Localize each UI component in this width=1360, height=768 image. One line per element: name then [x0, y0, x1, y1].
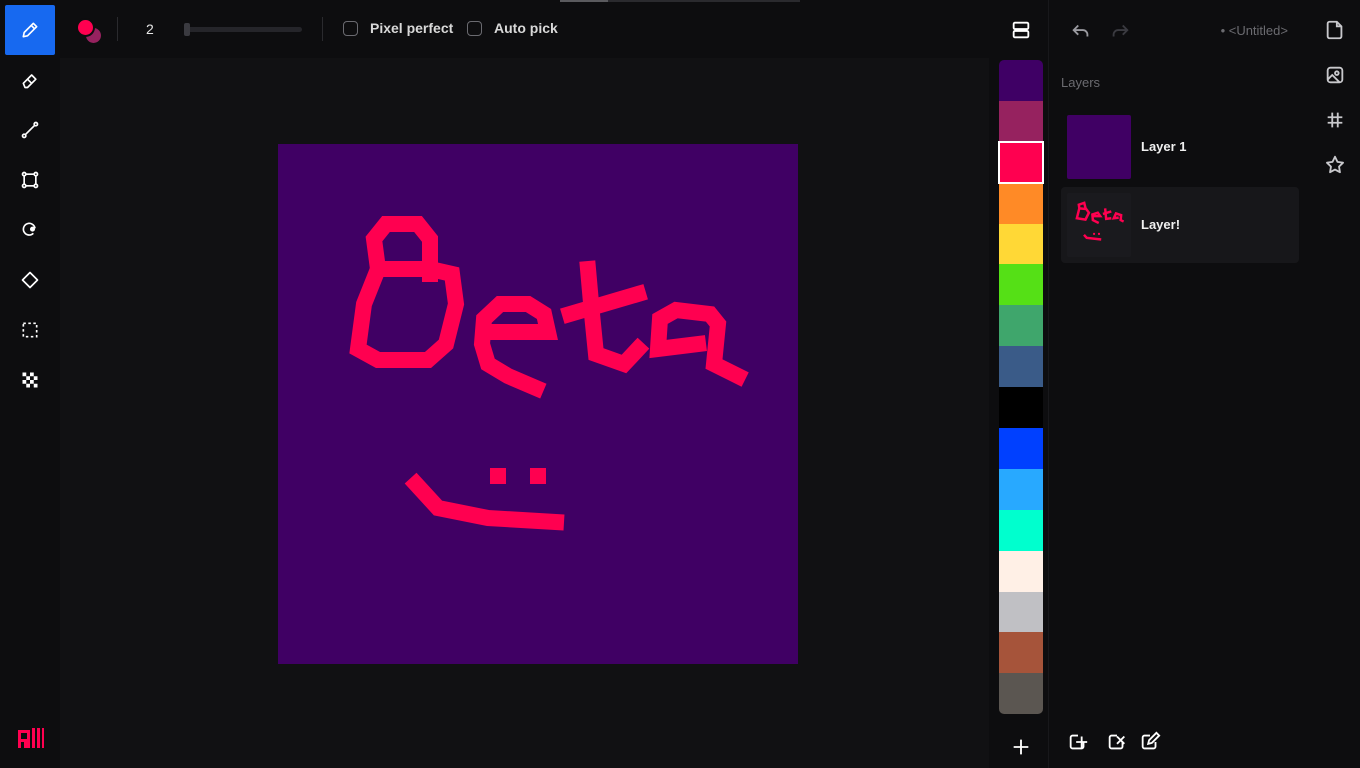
image-icon [1326, 66, 1344, 84]
palette-swatch[interactable] [999, 673, 1043, 715]
add-layer-button[interactable] [1067, 731, 1089, 753]
line-tool[interactable] [5, 105, 55, 155]
palette-swatch[interactable] [999, 591, 1043, 633]
top-toolbar: 2 Pixel perfect Auto pick [60, 0, 1048, 58]
redo-icon [1112, 24, 1129, 37]
layer-item[interactable]: Layer 1 [1061, 109, 1299, 185]
palette-swatch[interactable] [999, 60, 1043, 101]
eraser-icon [22, 74, 37, 89]
canvas-artwork [349, 216, 749, 531]
palette-swatch[interactable] [999, 100, 1043, 142]
layer-thumbnail [1067, 115, 1131, 179]
palette-swatch[interactable] [998, 140, 1044, 184]
add-color-button[interactable] [1010, 736, 1032, 758]
palette-swatch[interactable] [999, 509, 1043, 551]
palette-swatch[interactable] [999, 632, 1043, 674]
star-icon [1326, 155, 1344, 174]
checkerboard-icon [22, 372, 38, 388]
delete-layer-icon [1108, 734, 1125, 750]
edit-icon [1141, 731, 1161, 750]
fill-icon [22, 222, 36, 236]
pixel-perfect-toggle[interactable]: Pixel perfect [343, 20, 453, 36]
add-layer-icon [1069, 734, 1088, 750]
layer-preview [1075, 201, 1125, 241]
eraser-tool[interactable] [5, 55, 55, 105]
canvas-workspace[interactable] [60, 58, 989, 768]
pixel-perfect-checkbox[interactable] [343, 20, 358, 36]
panel-layout-button[interactable] [1010, 19, 1032, 41]
grid-button[interactable] [1324, 109, 1346, 131]
palette-swatch[interactable] [999, 305, 1043, 347]
color-palette [998, 60, 1044, 715]
plus-icon [1013, 739, 1029, 755]
file-icon [1326, 20, 1343, 40]
layer-item-active[interactable]: Layer! [1061, 187, 1299, 263]
layer-name: Layer! [1141, 217, 1181, 232]
scroll-indicator [560, 0, 800, 2]
pixel-editor-app: 2 Pixel perfect Auto pick • <Untitled> L… [0, 0, 1360, 768]
favorites-button[interactable] [1324, 154, 1346, 176]
auto-pick-toggle[interactable]: Auto pick [467, 20, 558, 36]
palette-swatch[interactable] [999, 182, 1043, 224]
drawing-canvas[interactable] [278, 144, 798, 664]
brush-size-slider[interactable] [184, 23, 302, 36]
shape-tool[interactable] [5, 255, 55, 305]
line-icon [21, 121, 39, 139]
layer-name: Layer 1 [1141, 139, 1187, 154]
tool-sidebar [0, 0, 60, 768]
undo-button[interactable] [1070, 20, 1092, 42]
right-icon-bar [1310, 0, 1360, 768]
brush-size-value: 2 [146, 21, 154, 37]
auto-pick-label: Auto pick [494, 20, 558, 36]
divider [322, 17, 323, 41]
selection-icon [22, 322, 38, 338]
layers-title: Layers [1061, 75, 1101, 90]
auto-pick-checkbox[interactable] [467, 20, 482, 36]
palette-swatch[interactable] [999, 468, 1043, 510]
rename-layer-button[interactable] [1139, 731, 1161, 753]
pencil-tool[interactable] [5, 5, 55, 55]
pencil-icon [22, 22, 38, 38]
color-picker-button[interactable] [76, 18, 104, 44]
palette-swatch[interactable] [999, 387, 1043, 429]
stack-icon [1012, 21, 1030, 39]
file-button[interactable] [1324, 19, 1346, 41]
rectangle-icon [21, 171, 39, 189]
undo-icon [1072, 24, 1089, 37]
palette-swatch[interactable] [999, 550, 1043, 592]
image-button[interactable] [1324, 64, 1346, 86]
checker-tool[interactable] [5, 355, 55, 405]
divider [117, 17, 118, 41]
palette-swatch[interactable] [999, 346, 1043, 388]
redo-button[interactable] [1109, 20, 1131, 42]
select-tool[interactable] [5, 305, 55, 355]
layers-panel: • <Untitled> Layers Layer 1 Layer! [1048, 0, 1310, 768]
hash-icon [1327, 112, 1343, 128]
palette-swatch[interactable] [999, 264, 1043, 306]
palette-swatch[interactable] [999, 428, 1043, 469]
primary-color-swatch [78, 20, 93, 35]
pixel-perfect-label: Pixel perfect [370, 20, 454, 36]
delete-layer-button[interactable] [1106, 731, 1128, 753]
fill-tool[interactable] [5, 205, 55, 255]
rectangle-tool[interactable] [5, 155, 55, 205]
app-logo [18, 728, 44, 750]
diamond-icon [21, 271, 39, 289]
slider-thumb[interactable] [184, 23, 190, 36]
layer-thumbnail [1067, 193, 1131, 257]
document-title: • <Untitled> [1220, 23, 1288, 38]
palette-swatch[interactable] [999, 223, 1043, 265]
